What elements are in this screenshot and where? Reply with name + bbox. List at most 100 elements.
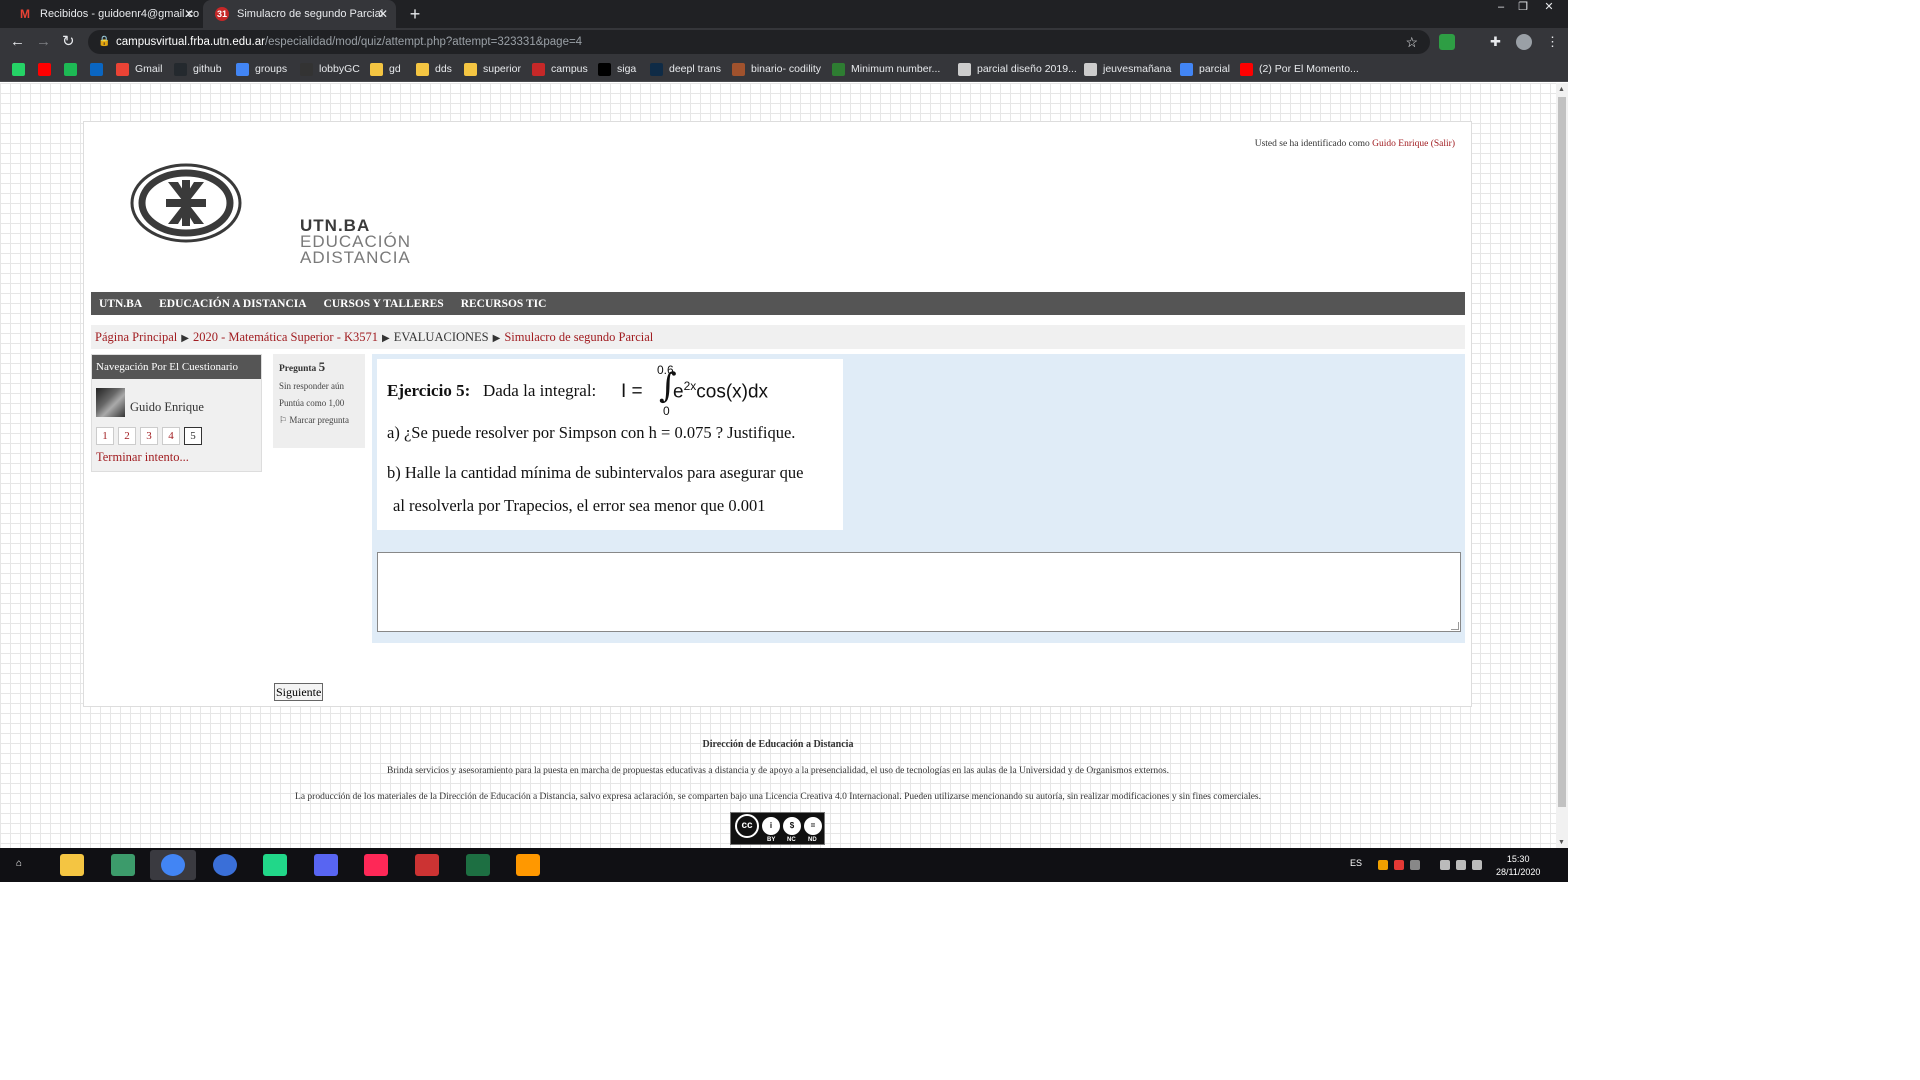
finish-attempt-link[interactable]: Terminar intento... bbox=[96, 450, 189, 465]
bookmark-whatsapp[interactable] bbox=[12, 56, 31, 82]
link-icon bbox=[832, 62, 845, 76]
clock[interactable]: 15:30 28/11/2020 bbox=[1496, 853, 1540, 879]
license-nc: NC bbox=[787, 837, 796, 843]
bookmark-jeuvesmañana[interactable]: jeuvesmañana bbox=[1084, 56, 1171, 82]
file-explorer-icon[interactable] bbox=[60, 854, 84, 876]
pycharm-icon[interactable] bbox=[263, 854, 287, 876]
bookmark-label: groups bbox=[255, 63, 288, 75]
bookmark-linkedin[interactable] bbox=[90, 56, 109, 82]
nav-utnba[interactable]: UTN.BA bbox=[99, 298, 142, 310]
steam-tray-icon[interactable] bbox=[1410, 860, 1420, 870]
search-tray-icon[interactable] bbox=[1378, 860, 1388, 870]
back-icon[interactable]: ← bbox=[10, 34, 25, 50]
flag-question[interactable]: ⚐ Marcar pregunta bbox=[279, 414, 359, 427]
scroll-down-icon[interactable]: ▼ bbox=[1558, 838, 1565, 846]
bookmark-campus[interactable]: campus bbox=[532, 56, 588, 82]
bookmark-star-icon[interactable]: ☆ bbox=[1405, 30, 1418, 54]
reload-icon[interactable]: ↻ bbox=[62, 34, 75, 50]
quiz-page-2[interactable]: 2 bbox=[118, 427, 136, 445]
close-icon[interactable]: ✕ bbox=[184, 7, 194, 21]
question-number: Pregunta 5 bbox=[279, 360, 359, 376]
scrollbar-thumb[interactable] bbox=[1558, 97, 1566, 807]
task-view-icon[interactable]: ⌂ bbox=[16, 858, 22, 869]
bookmark-superior[interactable]: superior bbox=[464, 56, 521, 82]
bookmark--2-por-el-momento[interactable]: (2) Por El Momento... bbox=[1240, 56, 1359, 82]
question-points: Puntúa como 1,00 bbox=[279, 398, 345, 408]
logout-link[interactable]: (Salir) bbox=[1431, 139, 1455, 149]
bookmark-parcial[interactable]: parcial bbox=[1180, 56, 1230, 82]
resize-handle-icon[interactable] bbox=[1451, 622, 1459, 630]
close-icon[interactable]: ✕ bbox=[378, 7, 388, 21]
tab-gmail[interactable]: M Recibidos - guidoenr4@gmail.co ✕ bbox=[6, 0, 202, 28]
nav-recursos-tic[interactable]: RECURSOS TIC bbox=[461, 298, 547, 310]
restore-icon[interactable]: ❐ bbox=[1512, 0, 1534, 14]
app-circle-icon[interactable] bbox=[213, 854, 237, 876]
minimize-icon[interactable]: – bbox=[1490, 0, 1512, 14]
sublime-icon[interactable] bbox=[516, 854, 540, 876]
clock-date: 28/11/2020 bbox=[1496, 867, 1541, 877]
new-tab-button[interactable]: + bbox=[405, 4, 425, 24]
user-link[interactable]: Guido Enrique bbox=[1372, 139, 1428, 149]
nav-educacion-a-distancia[interactable]: EDUCACIÓN A DISTANCIA bbox=[159, 298, 306, 310]
bookmark-lobbygc[interactable]: lobbyGC bbox=[300, 56, 360, 82]
next-button[interactable]: Siguiente bbox=[274, 683, 324, 701]
quiz-page-4[interactable]: 4 bbox=[162, 427, 180, 445]
chrome-icon[interactable] bbox=[150, 850, 196, 880]
footer-line2: La producción de los materiales de la Di… bbox=[295, 792, 1261, 802]
page-viewport: Usted se ha identificado como Guido Enri… bbox=[0, 83, 1556, 848]
bookmark-dds[interactable]: dds bbox=[416, 56, 452, 82]
nav-cursos-y-talleres[interactable]: CURSOS Y TALLERES bbox=[324, 298, 444, 310]
bookmark-binario-codility[interactable]: binario- codility bbox=[732, 56, 821, 82]
quiz-page-5[interactable]: 5 bbox=[184, 427, 202, 445]
utn-emblem-icon bbox=[130, 163, 242, 243]
breadcrumb-current[interactable]: Simulacro de segundo Parcial bbox=[504, 330, 653, 344]
quiz-page-buttons: 1 2 3 4 5 bbox=[96, 427, 206, 445]
quiz-page-3[interactable]: 3 bbox=[140, 427, 158, 445]
extensions-icon[interactable]: ✚ bbox=[1490, 34, 1501, 50]
bookmark-spotify[interactable] bbox=[64, 56, 83, 82]
menu-icon[interactable]: ⋮ bbox=[1546, 34, 1559, 50]
shield-extension-icon[interactable] bbox=[1439, 34, 1455, 50]
bookmark-parcial-diseño-2019[interactable]: parcial diseño 2019... bbox=[958, 56, 1077, 82]
lock-icon: 🔒 bbox=[98, 36, 111, 47]
scroll-up-icon[interactable]: ▲ bbox=[1558, 85, 1565, 93]
utn-moodle-icon bbox=[532, 62, 545, 76]
language-indicator[interactable]: ES bbox=[1350, 858, 1362, 868]
breadcrumb: Página Principal ▶ 2020 - Matemática Super… bbox=[91, 325, 1465, 349]
quiz-page-1[interactable]: 1 bbox=[96, 427, 114, 445]
network-tray-icon[interactable] bbox=[1440, 860, 1450, 870]
intellij-icon[interactable] bbox=[364, 854, 388, 876]
quiz-nav-username[interactable]: Guido Enrique bbox=[130, 400, 204, 415]
bookmark-minimum-number[interactable]: Minimum number... bbox=[832, 56, 940, 82]
breadcrumb-course[interactable]: 2020 - Matemática Superior - K3571 bbox=[193, 330, 378, 344]
discord-icon[interactable] bbox=[314, 854, 338, 876]
bookmark-gmail[interactable]: Gmail bbox=[116, 56, 162, 82]
address-bar[interactable]: 🔒 campusvirtual.frba.utn.edu.ar/especial… bbox=[88, 30, 1430, 54]
avatar[interactable] bbox=[96, 388, 125, 417]
breadcrumb-home[interactable]: Página Principal bbox=[95, 330, 177, 344]
bookmark-label: campus bbox=[551, 63, 588, 75]
chrome-icon-glyph bbox=[161, 854, 185, 876]
bookmark-youtube[interactable] bbox=[38, 56, 57, 82]
tab-simulacro[interactable]: 31 Simulacro de segundo Parcial ✕ bbox=[203, 0, 396, 28]
avatar[interactable] bbox=[1516, 34, 1532, 50]
bookmark-gd[interactable]: gd bbox=[370, 56, 401, 82]
url-host: campusvirtual.frba.utn.edu.ar bbox=[116, 36, 265, 48]
excel-icon[interactable] bbox=[466, 854, 490, 876]
bookmark-deepl-trans[interactable]: deepl trans bbox=[650, 56, 721, 82]
bookmark-github[interactable]: github bbox=[174, 56, 222, 82]
bookmark-label: siga bbox=[617, 63, 637, 75]
git-kraken-icon[interactable] bbox=[111, 854, 135, 876]
volume-tray-icon[interactable] bbox=[1472, 860, 1482, 870]
ccleaner-icon[interactable] bbox=[415, 854, 439, 876]
page-scrollbar[interactable]: ▲ ▼ bbox=[1556, 83, 1568, 848]
bookmark-siga[interactable]: siga bbox=[598, 56, 636, 82]
battery-tray-icon[interactable] bbox=[1456, 860, 1466, 870]
creative-commons-badge[interactable]: cc i $ = BY NC ND bbox=[730, 812, 825, 845]
answer-textarea[interactable] bbox=[377, 552, 1461, 632]
bookmark-groups[interactable]: groups bbox=[236, 56, 287, 82]
utn-logo[interactable]: UTN.BA EDUCACIÓN ADISTANCIA bbox=[130, 162, 410, 266]
notification-tray-icon[interactable] bbox=[1394, 860, 1404, 870]
forward-icon[interactable]: → bbox=[36, 34, 51, 50]
close-window-icon[interactable]: ✕ bbox=[1538, 0, 1560, 14]
